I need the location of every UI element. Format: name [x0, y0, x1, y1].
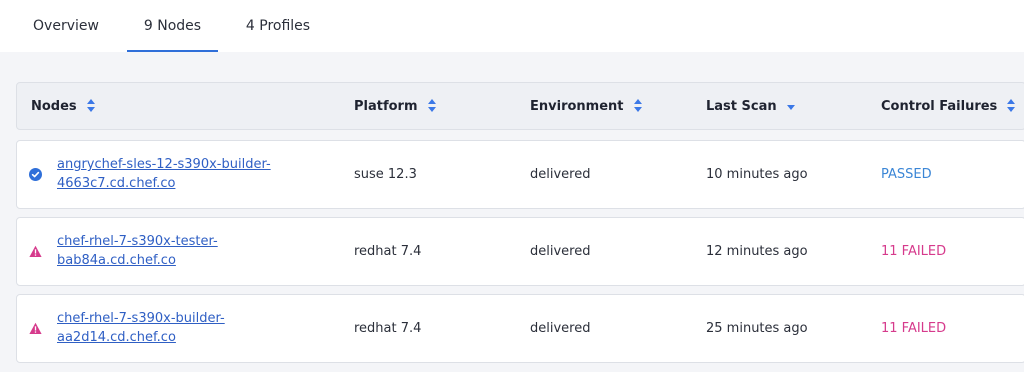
column-header-last-scan[interactable]: Last Scan — [706, 83, 795, 129]
node-name-link[interactable]: chef-rhel-7-s390x-tester- bab84a.cd.chef… — [57, 232, 297, 270]
node-name-line1: chef-rhel-7-s390x-builder- — [57, 311, 225, 326]
last-scan-cell: 10 minutes ago — [706, 167, 808, 182]
node-name-line2: aa2d14.cd.chef.co — [57, 330, 176, 345]
table-row: chef-rhel-7-s390x-builder- aa2d14.cd.che… — [16, 294, 1024, 363]
column-label: Control Failures — [881, 98, 998, 114]
column-header-control-failures[interactable]: Control Failures — [881, 83, 1016, 129]
tab-profiles[interactable]: 4 Profiles — [230, 0, 326, 52]
node-name-link[interactable]: chef-rhel-7-s390x-builder- aa2d14.cd.che… — [57, 309, 297, 347]
platform-cell: redhat 7.4 — [354, 321, 422, 336]
sort-icon[interactable] — [86, 98, 95, 114]
column-label: Nodes — [31, 98, 77, 114]
node-name-line2: 4663c7.cd.chef.co — [57, 176, 176, 191]
column-label: Platform — [354, 98, 418, 114]
warning-triangle-icon — [29, 245, 42, 257]
last-scan-cell: 25 minutes ago — [706, 321, 808, 336]
platform-cell: redhat 7.4 — [354, 244, 422, 259]
tab-label: Overview — [33, 18, 99, 34]
warning-triangle-icon — [29, 322, 42, 334]
tab-label: 4 Profiles — [245, 18, 311, 34]
environment-cell: delivered — [530, 321, 591, 336]
column-label: Environment — [530, 98, 624, 114]
column-header-nodes[interactable]: Nodes — [31, 83, 95, 129]
node-name-line1: chef-rhel-7-s390x-tester- — [57, 234, 218, 249]
table-header: Nodes Platform Environment Last Scan Con… — [16, 82, 1024, 130]
sort-icon[interactable] — [427, 98, 436, 114]
table-row: chef-rhel-7-s390x-tester- bab84a.cd.chef… — [16, 217, 1024, 286]
sort-icon[interactable] — [633, 98, 642, 114]
tab-overview[interactable]: Overview — [18, 0, 114, 52]
column-header-environment[interactable]: Environment — [530, 83, 642, 129]
control-failures-status: PASSED — [881, 167, 932, 182]
sort-icon[interactable] — [1007, 98, 1016, 114]
column-header-platform[interactable]: Platform — [354, 83, 436, 129]
node-name-link[interactable]: angrychef-sles-12-s390x-builder- 4663c7.… — [57, 155, 297, 193]
control-failures-status: 11 FAILED — [881, 244, 947, 259]
tab-bar: Overview 9 Nodes 4 Profiles — [0, 0, 1024, 52]
environment-cell: delivered — [530, 167, 591, 182]
table-row: angrychef-sles-12-s390x-builder- 4663c7.… — [16, 140, 1024, 209]
sort-descending-icon[interactable] — [786, 98, 795, 114]
tab-label: 9 Nodes — [143, 18, 202, 34]
column-label: Last Scan — [706, 98, 777, 114]
control-failures-status: 11 FAILED — [881, 321, 947, 336]
node-name-line1: angrychef-sles-12-s390x-builder- — [57, 157, 271, 172]
check-circle-icon — [29, 168, 42, 181]
last-scan-cell: 12 minutes ago — [706, 244, 808, 259]
platform-cell: suse 12.3 — [354, 167, 417, 182]
node-name-line2: bab84a.cd.chef.co — [57, 253, 176, 268]
tab-nodes[interactable]: 9 Nodes — [127, 0, 218, 52]
environment-cell: delivered — [530, 244, 591, 259]
